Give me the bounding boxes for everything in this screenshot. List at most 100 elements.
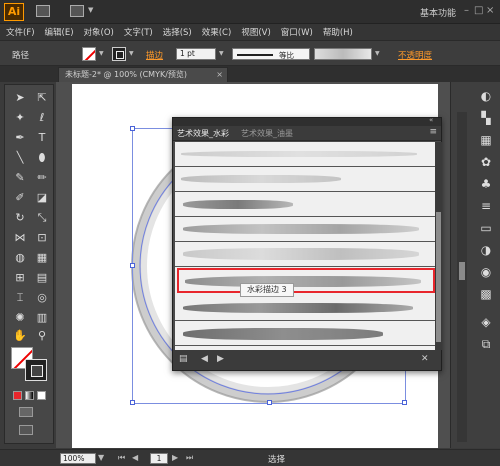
zoom-field[interactable]: 100% bbox=[60, 453, 96, 464]
brush-row-selected[interactable] bbox=[177, 268, 435, 293]
close-icon[interactable]: × bbox=[216, 68, 223, 82]
scroll-thumb[interactable] bbox=[436, 212, 441, 342]
free-transform-tool-icon[interactable]: ⊡ bbox=[33, 231, 51, 245]
arrange-documents-icon[interactable] bbox=[70, 5, 84, 17]
menu-window[interactable]: 窗口(W) bbox=[281, 26, 313, 38]
eraser-tool-icon[interactable]: ◪ bbox=[33, 191, 51, 205]
hand-tool-icon[interactable]: ✋ bbox=[11, 329, 29, 343]
brush-row[interactable] bbox=[175, 296, 435, 321]
zoom-tool-icon[interactable]: ⚲ bbox=[33, 329, 51, 343]
chevron-down-icon[interactable]: ▼ bbox=[375, 50, 380, 57]
artboard-number-field[interactable]: 1 bbox=[150, 453, 168, 464]
perspective-grid-tool-icon[interactable]: ▦ bbox=[33, 251, 51, 265]
variable-width-profile-select[interactable]: 等比 bbox=[232, 48, 310, 60]
menu-help[interactable]: 帮助(H) bbox=[323, 26, 353, 38]
resize-handle[interactable] bbox=[130, 126, 135, 131]
stroke-panel-icon[interactable]: ≡ bbox=[477, 198, 495, 214]
brushes-icon[interactable]: ✿ bbox=[477, 154, 495, 170]
minimize-icon[interactable]: – bbox=[464, 5, 469, 16]
resize-handle[interactable] bbox=[130, 263, 135, 268]
gradient-tool-icon[interactable]: ▤ bbox=[33, 271, 51, 285]
selection-tool-icon[interactable]: ➤ bbox=[11, 91, 29, 105]
menu-effect[interactable]: 效果(C) bbox=[202, 26, 232, 38]
brush-definition-select[interactable] bbox=[314, 48, 372, 60]
last-artboard-icon[interactable]: ⏭ bbox=[186, 453, 193, 463]
gradient-panel-icon[interactable]: ▭ bbox=[477, 220, 495, 236]
swatches-icon[interactable]: ▦ bbox=[477, 132, 495, 148]
shape-builder-tool-icon[interactable]: ◍ bbox=[11, 251, 29, 265]
appearance-icon[interactable]: ◉ bbox=[477, 264, 495, 280]
chevron-down-icon[interactable]: ▼ bbox=[88, 6, 93, 14]
color-panel-icon[interactable]: ◐ bbox=[477, 88, 495, 104]
brush-row[interactable] bbox=[175, 142, 435, 167]
tab-watercolor[interactable]: 艺术效果_水彩 bbox=[177, 128, 229, 139]
menu-type[interactable]: 文字(T) bbox=[124, 26, 153, 38]
symbols-icon[interactable]: ♣ bbox=[477, 176, 495, 192]
previous-artboard-icon[interactable]: ◀ bbox=[132, 453, 138, 462]
direct-selection-tool-icon[interactable]: ⇱ bbox=[33, 91, 51, 105]
menu-file[interactable]: 文件(F) bbox=[6, 26, 35, 38]
type-tool-icon[interactable]: T bbox=[33, 131, 51, 145]
chevron-down-icon[interactable]: ▼ bbox=[98, 453, 104, 462]
next-library-icon[interactable]: ▶ bbox=[217, 354, 224, 364]
resize-handle[interactable] bbox=[402, 400, 407, 405]
symbol-sprayer-tool-icon[interactable]: ✺ bbox=[11, 311, 29, 325]
pencil-tool-icon[interactable]: ✏ bbox=[33, 171, 51, 185]
ellipse-tool-icon[interactable]: ⬮ bbox=[33, 151, 51, 165]
stroke-swatch[interactable] bbox=[112, 47, 126, 61]
blob-brush-tool-icon[interactable]: ✐ bbox=[11, 191, 29, 205]
pen-tool-icon[interactable]: ✒ bbox=[11, 131, 29, 145]
tab-ink[interactable]: 艺术效果_油墨 bbox=[241, 128, 293, 139]
eyedropper-tool-icon[interactable]: ⌶ bbox=[11, 291, 29, 305]
gradient-mode-icon[interactable] bbox=[25, 391, 34, 400]
brush-row[interactable] bbox=[175, 192, 435, 217]
brush-row[interactable] bbox=[175, 217, 435, 242]
menu-select[interactable]: 选择(S) bbox=[163, 26, 192, 38]
artboards-icon[interactable]: ⧉ bbox=[477, 336, 495, 352]
opacity-panel-link[interactable]: 不透明度 bbox=[398, 49, 432, 61]
collapse-icon[interactable]: « bbox=[429, 116, 433, 124]
maximize-icon[interactable]: □ bbox=[474, 5, 483, 16]
document-tab[interactable]: 未标题-2* @ 100% (CMYK/预览) × bbox=[58, 67, 228, 82]
first-artboard-icon[interactable]: ⏮ bbox=[118, 453, 125, 463]
magic-wand-tool-icon[interactable]: ✦ bbox=[11, 111, 29, 125]
brush-row[interactable] bbox=[175, 321, 435, 346]
chevron-down-icon[interactable]: ▼ bbox=[99, 50, 104, 57]
blend-tool-icon[interactable]: ◎ bbox=[33, 291, 51, 305]
paintbrush-tool-icon[interactable]: ✎ bbox=[11, 171, 29, 185]
resize-handle[interactable] bbox=[130, 400, 135, 405]
bridge-icon[interactable] bbox=[36, 5, 50, 17]
chevron-down-icon[interactable]: ▼ bbox=[219, 50, 224, 57]
workspace-switcher[interactable]: 基本功能 bbox=[420, 6, 456, 19]
column-graph-tool-icon[interactable]: ▥ bbox=[33, 311, 51, 325]
panel-scrollbar[interactable] bbox=[435, 142, 442, 350]
scale-tool-icon[interactable]: ⤡ bbox=[33, 211, 51, 225]
resize-handle[interactable] bbox=[267, 400, 272, 405]
collapse-panel-icon[interactable]: ✕ bbox=[421, 354, 429, 364]
stroke-color-icon[interactable] bbox=[25, 359, 47, 381]
stroke-panel-link[interactable]: 描边 bbox=[146, 49, 163, 61]
stroke-weight-field[interactable]: 1 pt bbox=[176, 48, 216, 60]
dock-scrollbar[interactable] bbox=[457, 112, 467, 442]
line-segment-tool-icon[interactable]: ╲ bbox=[11, 151, 29, 165]
transparency-icon[interactable]: ◑ bbox=[477, 242, 495, 258]
close-icon[interactable]: × bbox=[486, 5, 494, 16]
brush-row[interactable] bbox=[175, 167, 435, 192]
fill-swatch[interactable] bbox=[82, 47, 96, 61]
none-mode-icon[interactable] bbox=[37, 391, 46, 400]
rotate-tool-icon[interactable]: ↻ bbox=[11, 211, 29, 225]
menu-edit[interactable]: 编辑(E) bbox=[45, 26, 74, 38]
brush-row[interactable] bbox=[175, 242, 435, 267]
width-tool-icon[interactable]: ⋈ bbox=[11, 231, 29, 245]
lasso-tool-icon[interactable]: ℓ bbox=[33, 111, 51, 125]
brush-library-menu-icon[interactable]: ▤ bbox=[179, 354, 188, 364]
color-guide-icon[interactable]: ▚ bbox=[477, 110, 495, 126]
layers-icon[interactable]: ◈ bbox=[477, 314, 495, 330]
mesh-tool-icon[interactable]: ⊞ bbox=[11, 271, 29, 285]
previous-library-icon[interactable]: ◀ bbox=[201, 354, 208, 364]
chevron-down-icon[interactable]: ▼ bbox=[129, 50, 134, 57]
screen-mode-icon[interactable] bbox=[19, 425, 33, 435]
panel-menu-icon[interactable]: ≡ bbox=[429, 127, 437, 137]
menu-view[interactable]: 视图(V) bbox=[241, 26, 270, 38]
graphic-styles-icon[interactable]: ▩ bbox=[477, 286, 495, 302]
